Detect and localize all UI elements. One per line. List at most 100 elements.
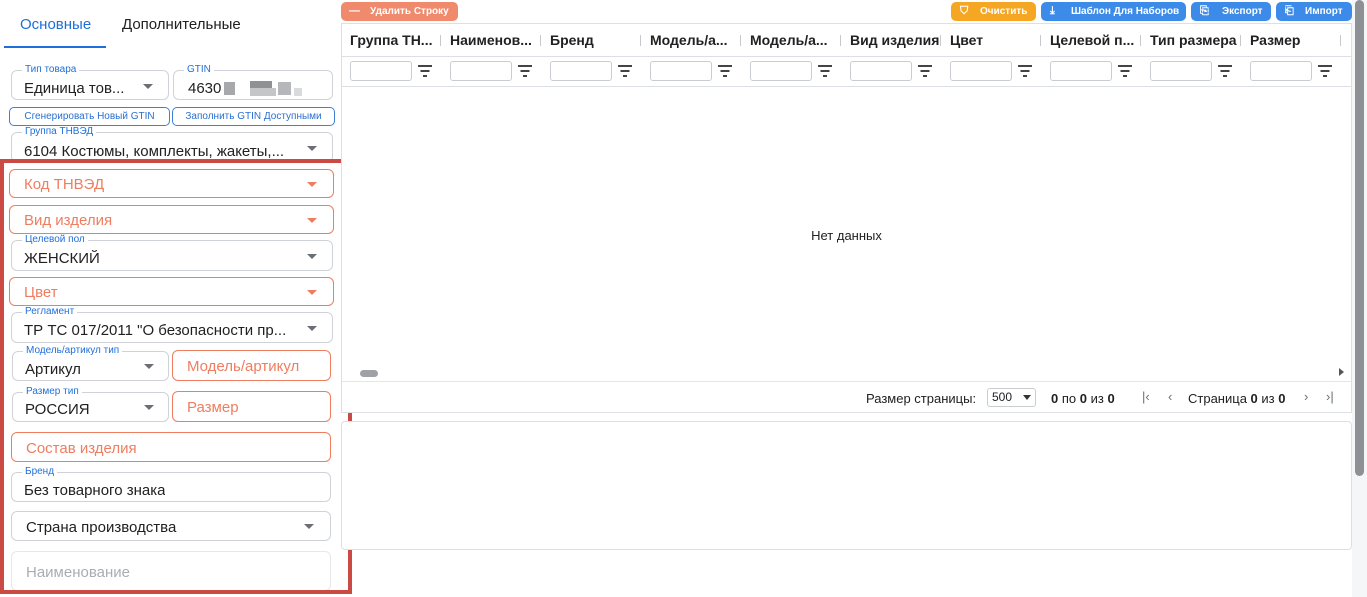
column-separator[interactable] [1240, 35, 1241, 46]
column-separator[interactable] [540, 35, 541, 46]
tnved-group-select[interactable]: Группа ТНВЭД 6104 Костюмы, комплекты, жа… [11, 126, 333, 163]
size-type-value: РОССИЯ [25, 401, 90, 418]
generate-gtin-button[interactable]: Сгенерировать Новый GTIN [9, 107, 170, 126]
column-separator[interactable] [1040, 35, 1041, 46]
tab-main[interactable]: Основные [20, 16, 91, 33]
current-page: 0 [1250, 391, 1258, 406]
filter-divider [342, 86, 1351, 87]
chevron-down-icon [307, 182, 317, 187]
gtin-field[interactable]: GTIN 4630 [173, 64, 333, 100]
filter-icon[interactable] [618, 65, 632, 77]
fill-gtin-button[interactable]: Заполнить GTIN Доступными [172, 107, 335, 126]
filter-icon[interactable] [718, 65, 732, 77]
filter-icon[interactable] [418, 65, 432, 77]
clear-button[interactable]: ⛉ Очистить [951, 2, 1036, 21]
column-separator[interactable] [640, 35, 641, 46]
pixelated-redaction [250, 88, 276, 96]
color-placeholder: Цвет [24, 284, 58, 301]
model-type-value: Артикул [25, 361, 81, 378]
bucket-icon: ⛉ [960, 5, 969, 17]
country-placeholder: Страна производства [26, 519, 177, 536]
tnved-code-select[interactable]: Код ТНВЭД [9, 169, 334, 198]
delete-row-button[interactable]: — Удалить Строку [341, 2, 458, 21]
country-select[interactable]: Страна производства [11, 511, 331, 541]
range-of-word: из [1090, 391, 1104, 406]
previous-page-icon[interactable]: ‹ [1168, 389, 1172, 404]
horizontal-scrollbar-thumb[interactable] [360, 370, 378, 377]
product-form-panel: Основные Дополнительные Тип товара Едини… [0, 0, 342, 597]
filter-icon[interactable] [1118, 65, 1132, 77]
column-filter-input[interactable] [950, 61, 1012, 81]
column-header[interactable]: Целевой п... [1050, 24, 1136, 56]
page-size-select[interactable]: 500 [987, 388, 1036, 407]
size-type-select[interactable]: Размер тип РОССИЯ [12, 386, 169, 422]
page-total: 0 [1278, 391, 1286, 406]
regulation-label: Регламент [22, 306, 78, 318]
template-button[interactable]: ⤓ Шаблон Для Наборов [1041, 2, 1186, 21]
size-input[interactable]: Размер [172, 391, 331, 422]
delete-row-label: Удалить Строку [370, 6, 449, 17]
column-header[interactable]: Тип размера [1150, 24, 1240, 56]
filter-icon[interactable] [518, 65, 532, 77]
scroll-right-icon[interactable] [1339, 368, 1344, 376]
column-filter-input[interactable] [1150, 61, 1212, 81]
column-separator[interactable] [1140, 35, 1141, 46]
tnved-code-placeholder: Код ТНВЭД [24, 176, 105, 193]
column-header[interactable]: Наименов... [450, 24, 538, 56]
pager-divider [342, 381, 1351, 382]
filter-icon[interactable] [1018, 65, 1032, 77]
column-filter-input[interactable] [850, 61, 912, 81]
first-page-icon[interactable]: |‹ [1142, 389, 1150, 404]
last-page-icon[interactable]: ›| [1326, 389, 1334, 404]
column-separator[interactable] [740, 35, 741, 46]
column-filter-input[interactable] [1250, 61, 1312, 81]
brand-label: Бренд [22, 466, 58, 478]
filter-icon[interactable] [1318, 65, 1332, 77]
column-filter-input[interactable] [350, 61, 412, 81]
column-separator[interactable] [440, 35, 441, 46]
next-page-icon[interactable]: › [1304, 389, 1308, 404]
chevron-down-icon [307, 146, 317, 151]
column-separator[interactable] [840, 35, 841, 46]
no-data-message: Нет данных [811, 228, 882, 243]
composition-input[interactable]: Состав изделия [11, 432, 331, 462]
chevron-down-icon [304, 524, 314, 529]
column-filter-input[interactable] [650, 61, 712, 81]
column-header[interactable]: Вид изделия [850, 24, 940, 56]
column-filter-input[interactable] [550, 61, 612, 81]
column-header[interactable]: Модель/а... [650, 24, 736, 56]
product-type-value: Единица тов... [24, 80, 125, 97]
name-input[interactable]: Наименование [11, 551, 331, 591]
regulation-select[interactable]: Регламент ТР ТС 017/2011 "О безопасности… [11, 306, 333, 343]
column-header[interactable]: Размер [1250, 24, 1336, 56]
filter-icon[interactable] [1218, 65, 1232, 77]
column-header[interactable]: Бренд [550, 24, 636, 56]
model-article-input[interactable]: Модель/артикул [172, 350, 331, 381]
export-button[interactable]: ⎘ Экспорт [1191, 2, 1271, 21]
column-header[interactable]: Группа ТН... [350, 24, 434, 56]
chevron-down-icon [307, 326, 317, 331]
filter-icon[interactable] [818, 65, 832, 77]
tab-additional[interactable]: Дополнительные [122, 16, 241, 33]
chevron-down-icon [307, 254, 317, 259]
column-filter-input[interactable] [450, 61, 512, 81]
gtin-label: GTIN [184, 64, 214, 76]
model-type-select[interactable]: Модель/артикул тип Артикул [12, 345, 169, 381]
brand-input[interactable]: Бренд Без товарного знака [11, 466, 331, 502]
import-button[interactable]: ⎗ Импорт [1276, 2, 1352, 21]
product-type-select[interactable]: Тип товара Единица тов... [11, 64, 169, 100]
column-header[interactable]: Цвет [950, 24, 1036, 56]
column-filter-input[interactable] [750, 61, 812, 81]
model-article-placeholder: Модель/артикул [187, 358, 300, 375]
column-filter-input[interactable] [1050, 61, 1112, 81]
page-scrollbar-thumb[interactable] [1355, 0, 1364, 476]
column-separator[interactable] [940, 35, 941, 46]
column-separator[interactable] [1340, 35, 1341, 46]
import-icon: ⎗ [1285, 5, 1294, 17]
model-type-label: Модель/артикул тип [23, 345, 123, 357]
target-gender-select[interactable]: Целевой пол ЖЕНСКИЙ [11, 234, 333, 271]
filter-icon[interactable] [918, 65, 932, 77]
color-select[interactable]: Цвет [9, 277, 334, 306]
item-kind-select[interactable]: Вид изделия [9, 205, 334, 234]
column-header[interactable]: Модель/а... [750, 24, 836, 56]
